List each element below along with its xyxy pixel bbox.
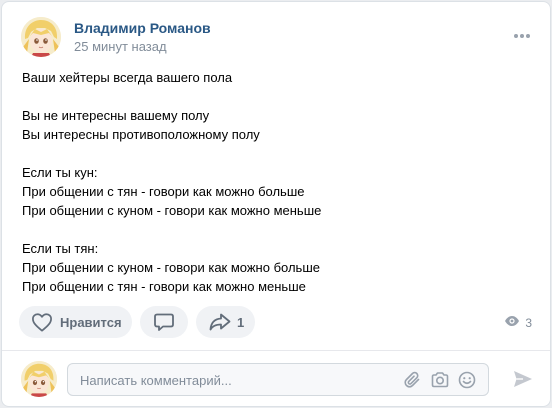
current-user-avatar[interactable] <box>21 361 57 397</box>
post-text-line <box>22 220 532 239</box>
share-button[interactable]: 1 <box>196 306 255 338</box>
post-text-line: Если ты тян: <box>22 241 99 256</box>
views-counter: 3 <box>504 315 532 330</box>
post-text-line: Вы интересны противоположному полу <box>22 127 260 142</box>
divider <box>2 350 550 351</box>
post-timestamp[interactable]: 25 минут назад <box>74 39 167 54</box>
eye-icon <box>504 315 520 330</box>
comment-button[interactable] <box>140 306 188 338</box>
post-text-line: При общении с тян - говори как можно мен… <box>22 279 306 294</box>
camera-icon[interactable] <box>430 371 450 394</box>
comment-field[interactable] <box>67 363 489 396</box>
heart-outline-icon <box>31 312 53 332</box>
views-count: 3 <box>525 315 532 330</box>
comment-bubble-icon <box>153 312 175 332</box>
more-horizontal-icon[interactable] <box>512 29 532 43</box>
post-text-line: Если ты кун: <box>22 165 98 180</box>
like-button[interactable]: Нравится <box>19 306 132 338</box>
post-text-line <box>22 144 532 163</box>
like-label: Нравится <box>60 314 122 330</box>
share-count: 1 <box>237 314 245 330</box>
post-text: Ваши хейтеры всегда вашего пола Вы не ин… <box>22 68 532 296</box>
smile-icon[interactable] <box>458 371 476 394</box>
share-arrow-icon <box>208 312 232 332</box>
post-text-line: При общении с куном - говори как можно м… <box>22 203 322 218</box>
send-arrow-icon[interactable] <box>512 369 534 394</box>
post-text-line: Ваши хейтеры всегда вашего пола <box>22 70 233 85</box>
paperclip-icon[interactable] <box>404 371 422 394</box>
post-text-line: При общении с куном - говори как можно б… <box>22 260 320 275</box>
author-name[interactable]: Владимир Романов <box>74 20 211 36</box>
post-text-line <box>22 87 532 106</box>
comment-input[interactable] <box>80 371 380 389</box>
post-text-line: Вы не интересны вашему полу <box>22 108 210 123</box>
post-card: Владимир Романов 25 минут назад Ваши хей… <box>1 1 551 407</box>
post-text-line: При общении с тян - говори как можно бол… <box>22 184 305 199</box>
author-avatar[interactable] <box>21 17 61 57</box>
